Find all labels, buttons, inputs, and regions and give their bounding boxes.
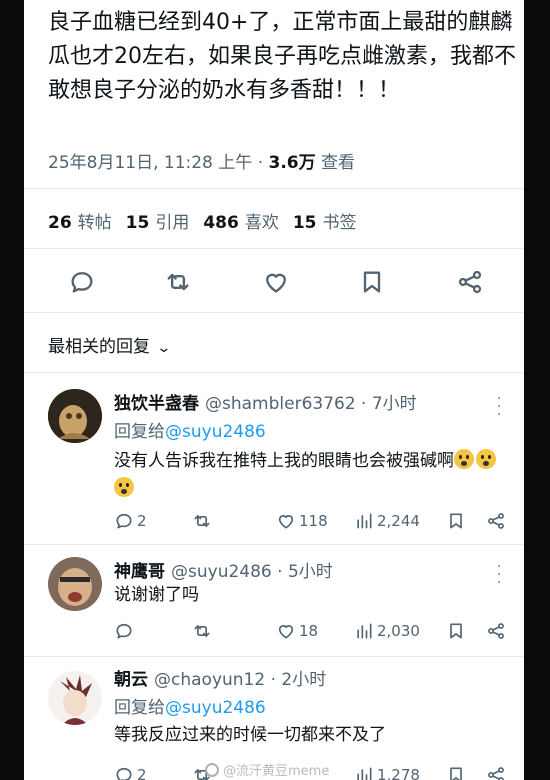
retweet-icon[interactable]	[164, 268, 192, 296]
reply-text: 等我反应过来的时候一切都来不及了	[114, 725, 386, 745]
divider	[24, 312, 524, 313]
share-icon[interactable]	[486, 509, 509, 533]
watermark: @流汗黄豆meme	[205, 760, 329, 779]
right-frame-border	[524, 0, 550, 780]
chevron-down-icon: ⌄	[156, 340, 172, 356]
more-icon[interactable]: · · ·	[496, 390, 502, 424]
views-count: 1,278	[377, 766, 420, 780]
post-meta: 25年8月11日, 11:28 上午 · 3.6万 查看	[48, 148, 355, 173]
post-text: 良子血糖已经到40+了，正常市面上最甜的麒麟瓜也才20左右，如果良子再吃点雌激素…	[48, 10, 516, 103]
like-count: 118	[299, 512, 328, 530]
reply-icon[interactable]	[114, 619, 137, 643]
left-frame-border	[0, 0, 24, 780]
reply-author[interactable]: 朝云 @chaoyun12 · 2小时	[114, 665, 326, 690]
reply-author[interactable]: 独饮半盏春 @shambler63762 · 7小时	[114, 389, 417, 414]
divider	[24, 188, 524, 189]
share-icon[interactable]	[486, 619, 509, 643]
reply-item[interactable]: 独饮半盏春 @shambler63762 · 7小时 · · · 回复给@suyu24…	[24, 373, 524, 545]
fearful-face-emoji-icon	[476, 449, 496, 469]
retweets-stat[interactable]: 26 转帖	[48, 208, 112, 233]
retweet-icon[interactable]	[192, 619, 215, 643]
likes-stat[interactable]: 486 喜欢	[203, 208, 279, 233]
reply-icon[interactable]	[68, 268, 96, 296]
views-count: 2,244	[377, 512, 420, 530]
views-count: 3.6万	[268, 153, 316, 173]
reply-action-bar: 2 118 2,244	[114, 509, 514, 533]
reply-action-bar: 18 2,030	[114, 619, 514, 643]
share-icon[interactable]	[456, 268, 484, 296]
reply-author[interactable]: 神鹰哥 @suyu2486 · 5小时	[114, 557, 333, 582]
weibo-logo-icon	[205, 763, 219, 777]
views-count: 2,030	[377, 622, 420, 640]
reply-handle: @shambler63762 · 7小时	[205, 394, 417, 414]
like-icon[interactable]	[262, 268, 290, 296]
views-icon[interactable]: 1,278	[354, 763, 420, 780]
views-icon[interactable]: 2,244	[354, 509, 420, 533]
reply-text: 说谢谢了吗	[114, 585, 199, 605]
reply-to-line: 回复给@suyu2486	[114, 422, 266, 442]
reply-count: 2	[137, 766, 147, 780]
bookmarks-stat[interactable]: 15 书签	[293, 208, 357, 233]
reply-icon[interactable]: 2	[114, 763, 147, 780]
reply-handle: @suyu2486 · 5小时	[171, 562, 333, 582]
reply-to-handle[interactable]: @suyu2486	[165, 422, 266, 442]
reply-text: 没有人告诉我在推特上我的眼睛也会被强碱啊	[114, 447, 504, 503]
views-label: 查看	[321, 153, 356, 173]
reply-to-line: 回复给@suyu2486	[114, 698, 266, 718]
avatar[interactable]	[48, 557, 102, 611]
like-count: 18	[299, 622, 319, 640]
divider	[24, 248, 524, 249]
reply-handle: @chaoyun12 · 2小时	[154, 670, 327, 690]
reply-icon[interactable]: 2	[114, 509, 147, 533]
post-action-bar	[24, 262, 524, 302]
reply-item[interactable]: 神鹰哥 @suyu2486 · 5小时 · · · 说谢谢了吗 18 2,030	[24, 545, 524, 657]
fearful-face-emoji-icon	[454, 449, 474, 469]
bookmark-icon[interactable]	[446, 763, 469, 780]
like-icon[interactable]: 118	[276, 509, 328, 533]
post-time: 25年8月11日, 11:28 上午	[48, 153, 253, 173]
bookmark-icon[interactable]	[446, 619, 469, 643]
reply-sort-dropdown[interactable]: 最相关的回复 ⌄	[48, 332, 172, 357]
tweet-detail-card: 良子血糖已经到40+了，正常市面上最甜的麒麟瓜也才20左右，如果良子再吃点雌激素…	[24, 0, 524, 780]
bookmark-icon[interactable]	[446, 509, 469, 533]
quotes-stat[interactable]: 15 引用	[126, 208, 190, 233]
fearful-face-emoji-icon	[114, 477, 134, 497]
meta-separator: ·	[257, 153, 264, 173]
sort-label: 最相关的回复	[48, 337, 150, 357]
avatar[interactable]	[48, 389, 102, 443]
post-stats: 26 转帖 15 引用 486 喜欢 15 书签	[48, 208, 357, 233]
bookmark-icon[interactable]	[358, 268, 386, 296]
retweet-icon[interactable]	[192, 509, 215, 533]
like-icon[interactable]: 18	[276, 619, 318, 643]
views-icon[interactable]: 2,030	[354, 619, 420, 643]
share-icon[interactable]	[486, 763, 509, 780]
reply-count: 2	[137, 512, 147, 530]
reply-to-handle[interactable]: @suyu2486	[165, 698, 266, 718]
avatar[interactable]	[48, 671, 102, 725]
